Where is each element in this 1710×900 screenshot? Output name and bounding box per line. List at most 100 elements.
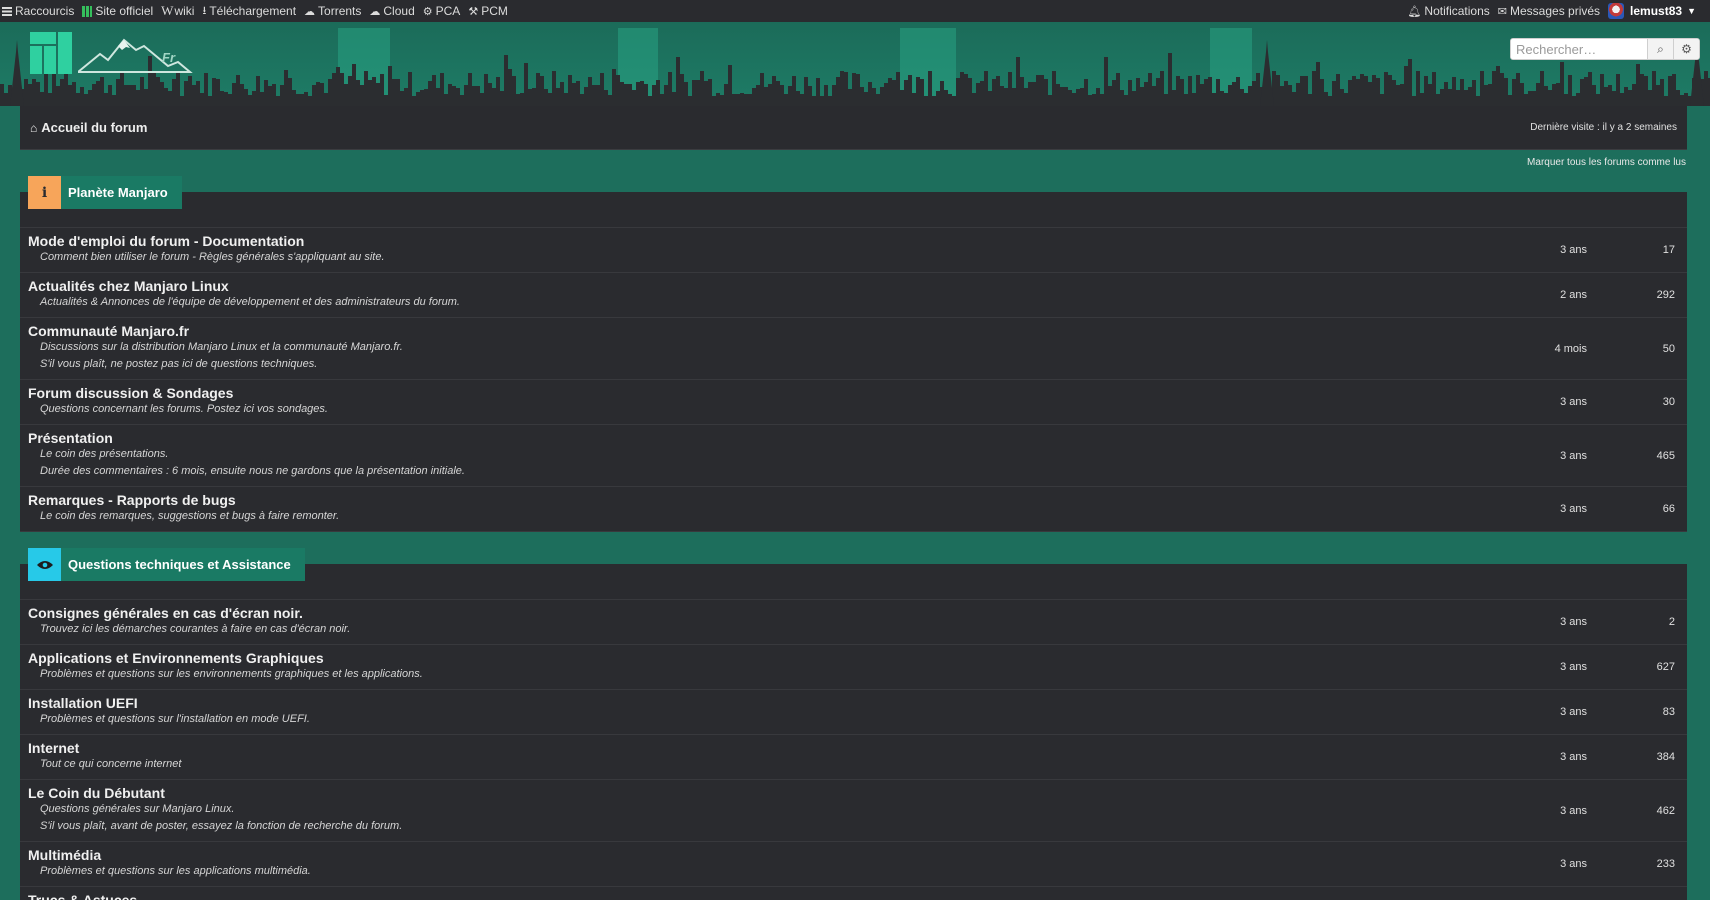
forum-description: Le coin des remarques, suggestions et bu…	[40, 510, 340, 522]
notifications-link[interactable]: 🔔︎ Notifications	[1405, 0, 1495, 22]
forum-title-link[interactable]: Applications et Environnements Graphique…	[28, 650, 1687, 666]
nav-link-label: Site officiel	[95, 4, 154, 18]
forum-topic-count: 233	[1656, 858, 1675, 870]
forum-row[interactable]: Remarques - Rapports de bugs Le coin des …	[20, 487, 1687, 532]
forum-row[interactable]: Trucs & AstucesPartagez vos trucs & astu…	[20, 887, 1687, 900]
user-menu[interactable]: lemust83 ▼	[1606, 0, 1702, 22]
site-logo[interactable]: Fr	[30, 32, 208, 74]
nav-link-label: wiki	[174, 4, 195, 18]
forum-title-link[interactable]: Consignes générales en cas d'écran noir.	[28, 605, 1687, 621]
forum-description: Problèmes et questions sur les environne…	[40, 668, 423, 680]
forum-row[interactable]: Le Coin du Débutant Questions générales s…	[20, 780, 1687, 842]
cloud-icon: ☁	[369, 5, 381, 18]
forum-description: Durée des commentaires : 6 mois, ensuite…	[40, 465, 465, 477]
forum-description: Comment bien utiliser le forum - Règles …	[40, 251, 385, 263]
forum-description: Problèmes et questions sur les applicati…	[40, 865, 311, 877]
forum-description: Trouvez ici les démarches courantes à fa…	[40, 623, 351, 635]
quick-links: Raccourcis Site officiel Wwiki ⭳ Téléchargem…	[0, 0, 514, 22]
nav-link-3[interactable]: Wwiki	[159, 0, 200, 22]
search-button[interactable]: ⌕	[1647, 39, 1673, 59]
forum-last-activity: 3 ans	[1560, 661, 1587, 673]
search-input[interactable]	[1511, 39, 1647, 59]
wrench-icon: ⚒	[468, 5, 479, 18]
wikipedia-icon: W	[161, 3, 174, 18]
nav-link-4[interactable]: ⭳ Téléchargement	[200, 0, 302, 22]
advanced-search-button[interactable]: ⚙	[1673, 39, 1699, 59]
nav-link-label: Torrents	[318, 4, 362, 18]
mark-all-read-link[interactable]: Marquer tous les forums comme lus	[1527, 157, 1686, 168]
city-skyline-illustration	[0, 28, 1710, 106]
forum-topic-count: 83	[1662, 706, 1675, 718]
forum-description: Le coin des présentations.	[40, 448, 169, 460]
forum-last-activity: 3 ans	[1560, 858, 1587, 870]
forum-description: S'il vous plaît, avant de poster, essaye…	[40, 820, 403, 832]
breadcrumb-bar: ⌂ Accueil du forum Dernière visite : il …	[20, 106, 1687, 150]
forum-title-link[interactable]: Installation UEFI	[28, 695, 1687, 711]
forum-title-link[interactable]: Trucs & Astuces	[28, 892, 1687, 900]
category-panel: i Planète Manjaro Mode d'emploi du forum -…	[20, 176, 1687, 532]
forum-title-link[interactable]: Actualités chez Manjaro Linux	[28, 278, 1687, 294]
nav-link-5[interactable]: ☁ Torrents	[302, 0, 367, 22]
forum-topic-count: 465	[1656, 449, 1675, 462]
nav-link-1[interactable]: Raccourcis	[0, 0, 80, 22]
forum-description: Problèmes et questions sur l'installatio…	[40, 713, 310, 725]
forum-title-link[interactable]: Forum discussion & Sondages	[28, 385, 1687, 401]
site-icon	[82, 5, 93, 17]
forum-row[interactable]: Présentation Le coin des présentations. Du…	[20, 425, 1687, 487]
forum-row[interactable]: Consignes générales en cas d'écran noir.…	[20, 600, 1687, 645]
search-icon: ⌕	[1657, 41, 1664, 56]
category-panel: Questions techniques et Assistance Consig…	[20, 548, 1687, 900]
forum-topic-count: 30	[1662, 396, 1675, 408]
nav-link-label: PCM	[481, 4, 508, 18]
forum-topic-count: 2	[1668, 616, 1675, 628]
forum-description: S'il vous plaît, ne postez pas ici de qu…	[40, 358, 318, 370]
nav-link-8[interactable]: ⚒ PCM	[466, 0, 514, 22]
forum-row[interactable]: Internet Tout ce qui concerne internet 3 a…	[20, 735, 1687, 780]
nav-link-label: PCA	[435, 4, 461, 18]
category-header-link[interactable]: Questions techniques et Assistance	[28, 548, 305, 581]
private-messages-label: Messages privés	[1510, 4, 1601, 18]
top-navbar: Raccourcis Site officiel Wwiki ⭳ Téléchargem…	[0, 0, 1710, 22]
home-icon: ⌂	[30, 120, 38, 135]
forum-title-link[interactable]: Mode d'emploi du forum - Documentation	[28, 233, 1687, 249]
nav-link-2[interactable]: Site officiel	[80, 0, 159, 22]
logo-suffix: Fr	[162, 50, 175, 65]
category-header-link[interactable]: i Planète Manjaro	[28, 176, 182, 209]
forum-last-activity: 3 ans	[1560, 616, 1587, 628]
forum-last-activity: 3 ans	[1560, 396, 1587, 408]
forum-title-link[interactable]: Multimédia	[28, 847, 1687, 863]
forum-title-link[interactable]: Présentation	[28, 430, 1687, 446]
forum-description: Questions concernant les forums. Postez …	[40, 403, 328, 415]
forum-topic-count: 17	[1662, 244, 1675, 256]
forum-row[interactable]: Forum discussion & Sondages Questions con…	[20, 380, 1687, 425]
forum-row[interactable]: Installation UEFI Problèmes et questions …	[20, 690, 1687, 735]
forum-row[interactable]: Applications et Environnements Graphique…	[20, 645, 1687, 690]
inbox-icon: ✉︎	[1497, 5, 1507, 18]
nav-link-6[interactable]: ☁ Cloud	[367, 0, 420, 22]
breadcrumb-home-label: Accueil du forum	[41, 120, 148, 135]
notifications-label: Notifications	[1424, 4, 1490, 18]
forum-description: Discussions sur la distribution Manjaro …	[40, 341, 403, 353]
forum-row[interactable]: Multimédia Problèmes et questions sur les…	[20, 842, 1687, 887]
forum-title-link[interactable]: Internet	[28, 740, 1687, 756]
nav-link-7[interactable]: ⚙ PCA	[421, 0, 467, 22]
forum-last-activity: 3 ans	[1560, 804, 1587, 817]
forum-last-activity: 3 ans	[1560, 751, 1587, 763]
cloud-download-icon: ☁	[304, 5, 316, 18]
nav-link-label: Raccourcis	[15, 4, 75, 18]
forum-row[interactable]: Communauté Manjaro.fr Discussions sur la …	[20, 318, 1687, 380]
forum-description: Questions générales sur Manjaro Linux.	[40, 803, 235, 815]
forum-last-activity: 3 ans	[1560, 503, 1587, 515]
forum-last-activity: 3 ans	[1560, 244, 1587, 256]
forum-last-activity: 4 mois	[1554, 342, 1587, 355]
forum-row[interactable]: Mode d'emploi du forum - Documentation Co…	[20, 228, 1687, 273]
last-visit-text: Dernière visite : il y a 2 semaines	[1530, 122, 1677, 133]
forum-title-link[interactable]: Remarques - Rapports de bugs	[28, 492, 1687, 508]
forum-row[interactable]: Actualités chez Manjaro Linux Actualités …	[20, 273, 1687, 318]
forum-title-link[interactable]: Le Coin du Débutant	[28, 785, 1687, 801]
private-messages-link[interactable]: ✉︎ Messages privés	[1496, 0, 1606, 22]
breadcrumb-home-link[interactable]: ⌂ Accueil du forum	[30, 120, 147, 135]
gear-icon: ⚙	[1681, 42, 1692, 56]
forum-title-link[interactable]: Communauté Manjaro.fr	[28, 323, 1687, 339]
menu-icon	[2, 6, 12, 16]
